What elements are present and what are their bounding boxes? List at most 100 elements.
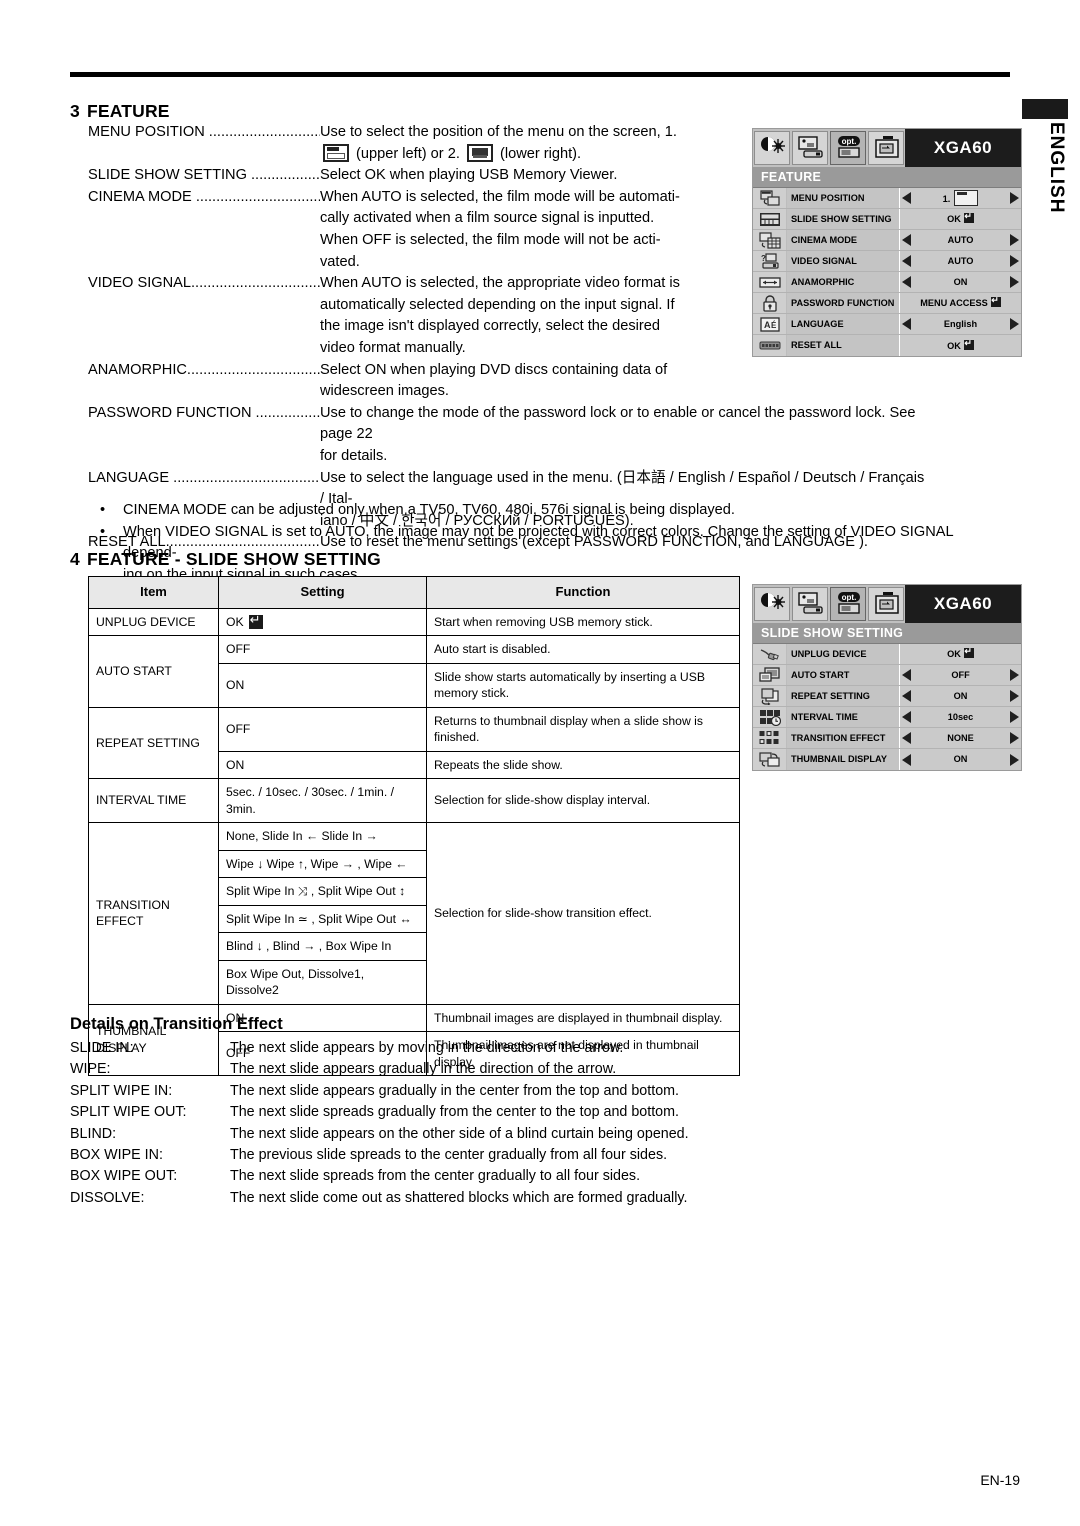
- right-arrow-icon[interactable]: [1010, 669, 1019, 681]
- osd-menu-row[interactable]: TRANSITION EFFECT NONE: [753, 728, 1021, 749]
- osd-value-text: OFF: [951, 669, 970, 680]
- osd-row-value[interactable]: NONE: [899, 728, 1021, 748]
- right-arrow-icon[interactable]: [1010, 732, 1019, 744]
- definition-row: cally activated when a film source signa…: [88, 208, 753, 230]
- osd-row-value[interactable]: ON: [899, 686, 1021, 706]
- osd-row-label: TRANSITION EFFECT: [787, 728, 899, 748]
- menu-position-preview-icon: [954, 190, 979, 206]
- thumbnail-display-icon: [753, 749, 787, 770]
- osd-tab-opt-icon[interactable]: opt.: [830, 131, 866, 165]
- osd-menu-row[interactable]: MENU POSITION 1.: [753, 188, 1021, 209]
- osd-row-value[interactable]: AUTO: [899, 251, 1021, 271]
- osd-row-label: AUTO START: [787, 665, 899, 685]
- definition-text: for details.: [320, 447, 388, 464]
- left-arrow-icon[interactable]: [902, 255, 911, 267]
- osd-menu-row[interactable]: ? VIDEO SIGNAL AUTO: [753, 251, 1021, 272]
- osd-value-text: MENU ACCESS: [902, 294, 1019, 309]
- definition-row: for details.: [88, 446, 753, 468]
- osd-row-value[interactable]: English: [899, 314, 1021, 334]
- osd-row-value[interactable]: OK: [899, 644, 1021, 664]
- right-arrow-icon[interactable]: [1010, 690, 1019, 702]
- osd-tab-screen-icon[interactable]: [792, 587, 828, 621]
- svg-text:?: ?: [761, 254, 766, 263]
- right-arrow-icon[interactable]: [1010, 711, 1019, 723]
- section-3-number: 3: [70, 101, 80, 121]
- osd-row-label: MENU POSITION: [787, 188, 899, 208]
- right-arrow-icon[interactable]: [1010, 276, 1019, 288]
- detail-text: The next slide appears gradually in the …: [230, 1061, 617, 1078]
- menu-position-upper-left-icon: [323, 143, 349, 162]
- osd-menu-row[interactable]: THUMBNAIL DISPLAY ON: [753, 749, 1021, 770]
- feature-notes: • CINEMA MODE can be adjusted only when a…: [95, 500, 1010, 586]
- manual-page: ENGLISH 3 FEATURE MENU POSITION .........…: [0, 0, 1080, 1526]
- osd-row-label: SLIDE SHOW SETTING: [787, 209, 899, 229]
- definition-row: the image isn't displayed correctly, sel…: [88, 316, 753, 338]
- osd-row-value[interactable]: OK: [899, 335, 1021, 356]
- osd-tab-image-icon[interactable]: [754, 131, 790, 165]
- cell-function: Selection for slide-show display interva…: [426, 778, 740, 823]
- osd-menu-row[interactable]: SLIDE SHOW SETTING OK: [753, 209, 1021, 230]
- left-arrow-icon[interactable]: [902, 711, 911, 723]
- cell-item: AUTO START: [88, 635, 219, 708]
- detail-row: SPLIT WIPE OUT: The next slide spreads gr…: [70, 1102, 770, 1123]
- right-arrow-icon[interactable]: [1010, 318, 1019, 330]
- right-arrow-icon[interactable]: [1010, 192, 1019, 204]
- right-arrow-icon[interactable]: [1010, 255, 1019, 267]
- osd-value-text: NONE: [947, 732, 974, 743]
- cell-setting: Blind ↓ , Blind → , Box Wipe In: [218, 932, 427, 961]
- menu-position-lower-right-icon: [466, 143, 493, 162]
- osd-row-value[interactable]: 1.: [899, 188, 1021, 208]
- osd-menu-row[interactable]: A É LANGUAGE English: [753, 314, 1021, 335]
- left-arrow-icon[interactable]: [902, 276, 911, 288]
- osd-menu-row[interactable]: RESET ALL OK: [753, 335, 1021, 356]
- osd-row-value[interactable]: ON: [899, 749, 1021, 770]
- left-arrow-icon[interactable]: [902, 732, 911, 744]
- definition-text: automatically selected depending on the …: [320, 296, 675, 313]
- detail-row: DISSOLVE: The next slide come out as shat…: [70, 1188, 770, 1209]
- osd-tab-strip[interactable]: opt.: [753, 585, 905, 623]
- osd-menu-row[interactable]: ANAMORPHIC ON: [753, 272, 1021, 293]
- osd-row-value[interactable]: ON: [899, 272, 1021, 292]
- osd-tab-opt-icon[interactable]: opt.: [830, 587, 866, 621]
- definition-row: VIDEO SIGNAL............................…: [88, 273, 753, 295]
- osd-menu-row[interactable]: CINEMA MODE AUTO: [753, 230, 1021, 251]
- language-icon: AÉ: [753, 314, 787, 334]
- left-arrow-icon[interactable]: [902, 318, 911, 330]
- osd-signal-label: XGA60: [933, 594, 993, 613]
- osd-row-value[interactable]: OK: [899, 209, 1021, 229]
- definition-row: CINEMA MODE ............................…: [88, 187, 753, 209]
- osd-row-value[interactable]: OFF: [899, 665, 1021, 685]
- osd-menu-row[interactable]: PASSWORD FUNCTION MENU ACCESS: [753, 293, 1021, 314]
- detail-text: The next slide appears by moving in the …: [230, 1040, 624, 1056]
- detail-text: The next slide spreads gradually from th…: [230, 1104, 680, 1121]
- definition-row: widescreen images.: [88, 381, 753, 403]
- osd-tab-install-icon[interactable]: [868, 587, 904, 621]
- osd-menu-row[interactable]: UNPLUG DEVICE OK: [753, 644, 1021, 665]
- osd-row-value[interactable]: AUTO: [899, 230, 1021, 250]
- cell-setting: ON: [218, 750, 427, 779]
- detail-row: WIPE: The next slide appears gradually in…: [70, 1059, 770, 1080]
- left-arrow-icon[interactable]: [902, 690, 911, 702]
- osd-tab-image-icon[interactable]: [754, 587, 790, 621]
- definition-row: automatically selected depending on the …: [88, 295, 753, 317]
- right-arrow-icon[interactable]: [1010, 753, 1019, 766]
- slide-show-icon: [753, 209, 787, 229]
- osd-menu-row[interactable]: REPEAT SETTING ON: [753, 686, 1021, 707]
- svg-text:É: É: [771, 321, 777, 330]
- left-arrow-icon[interactable]: [902, 669, 911, 681]
- left-arrow-icon[interactable]: [902, 192, 911, 204]
- osd-menu-row[interactable]: NTERVAL TIME 10sec: [753, 707, 1021, 728]
- osd-tab-strip[interactable]: opt.: [753, 129, 905, 167]
- enter-key-icon: [248, 612, 263, 629]
- detail-label: SPLIT WIPE OUT:: [70, 1104, 187, 1121]
- osd-row-value[interactable]: MENU ACCESS: [899, 293, 1021, 313]
- bullet-text: CINEMA MODE can be adjusted only when a …: [123, 502, 735, 518]
- osd-row-value[interactable]: 10sec: [899, 707, 1021, 727]
- left-arrow-icon[interactable]: [902, 234, 911, 246]
- left-arrow-icon[interactable]: [902, 753, 911, 766]
- osd-top-bar: opt. XGA60: [753, 129, 1021, 167]
- right-arrow-icon[interactable]: [1010, 234, 1019, 246]
- osd-tab-install-icon[interactable]: [868, 131, 904, 165]
- osd-menu-row[interactable]: AUTO START OFF: [753, 665, 1021, 686]
- osd-tab-screen-icon[interactable]: [792, 131, 828, 165]
